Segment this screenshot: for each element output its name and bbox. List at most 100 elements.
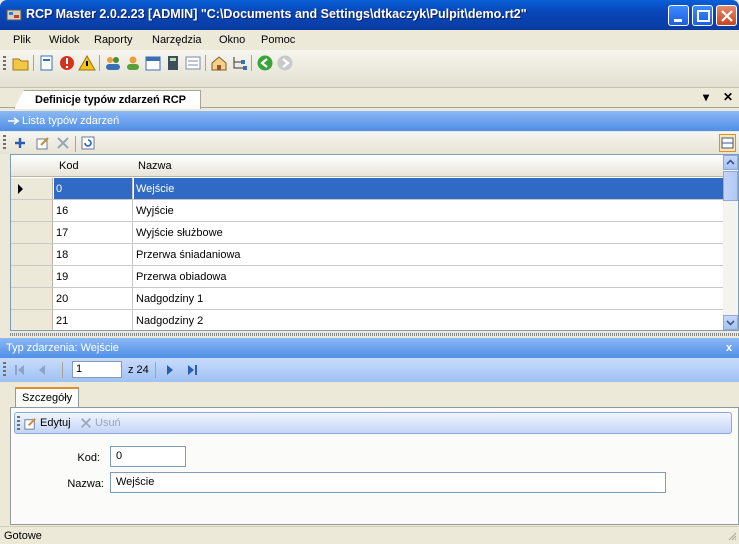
row-selector[interactable]	[11, 244, 53, 265]
close-button[interactable]	[716, 5, 737, 26]
warning-icon[interactable]	[78, 54, 96, 72]
open-folder-icon[interactable]	[12, 54, 30, 72]
error-icon[interactable]	[58, 54, 76, 72]
scroll-down-button[interactable]	[723, 315, 738, 330]
layout-toggle-button[interactable]	[719, 134, 736, 152]
menu-plik[interactable]: Plik	[13, 34, 31, 46]
layout-icon	[721, 137, 734, 149]
cell-nazwa[interactable]: Przerwa śniadaniowa	[134, 244, 724, 265]
table-row[interactable]: 21 Nadgodziny 2	[11, 310, 724, 330]
tab-close-icon[interactable]: ✕	[723, 90, 733, 104]
resize-grip-icon[interactable]	[727, 531, 737, 541]
menu-raporty[interactable]: Raporty	[94, 34, 133, 46]
table-row[interactable]: 19 Przerwa obiadowa	[11, 266, 724, 288]
nazwa-label: Nazwa:	[67, 478, 104, 490]
list-section-header: Lista typów zdarzeń	[0, 111, 739, 131]
tree-icon[interactable]	[230, 54, 248, 72]
table-row[interactable]: 17 Wyjście służbowe	[11, 222, 724, 244]
next-record-icon[interactable]	[164, 364, 176, 376]
toolbar-separator	[99, 55, 100, 71]
calendar-icon[interactable]	[144, 54, 162, 72]
menu-widok[interactable]: Widok	[49, 34, 80, 46]
menu-okno[interactable]: Okno	[219, 34, 245, 46]
home-icon[interactable]	[210, 54, 228, 72]
delete-icon	[81, 418, 91, 428]
detail-close-icon[interactable]: x	[726, 342, 732, 354]
details-tab-strip: Szczegóły	[0, 386, 739, 409]
user-icon[interactable]	[124, 54, 142, 72]
toolbar-grip[interactable]	[3, 362, 6, 378]
row-selector[interactable]	[11, 266, 53, 287]
cell-kod[interactable]: 21	[54, 310, 133, 330]
kod-field[interactable]: 0	[110, 446, 186, 467]
document-tab-strip: Definicje typów zdarzeń RCP ▾ ✕	[0, 88, 739, 109]
cell-nazwa[interactable]: Nadgodziny 1	[134, 288, 724, 309]
toolbar-separator	[75, 136, 76, 152]
cell-kod[interactable]: 20	[54, 288, 133, 309]
table-row[interactable]: 20 Nadgodziny 1	[11, 288, 724, 310]
edit-icon[interactable]	[35, 135, 51, 151]
tab-definicje[interactable]: Definicje typów zdarzeń RCP	[14, 90, 201, 109]
nazwa-field[interactable]: Wejście	[110, 472, 666, 493]
table-row[interactable]: 0 Wejście	[11, 178, 724, 200]
menu-bar: Plik Widok Raporty Narzędzia Okno Pomoc	[0, 30, 739, 50]
cell-kod[interactable]: 18	[54, 244, 133, 265]
toolbar-grip[interactable]	[17, 416, 20, 432]
maximize-button[interactable]	[692, 5, 713, 26]
cell-nazwa[interactable]: Nadgodziny 2	[134, 310, 724, 330]
vertical-scrollbar[interactable]	[723, 155, 738, 330]
row-selector[interactable]	[11, 310, 53, 330]
add-icon[interactable]	[12, 135, 28, 151]
scroll-thumb[interactable]	[723, 171, 738, 201]
table-row[interactable]: 18 Przerwa śniadaniowa	[11, 244, 724, 266]
row-selector[interactable]	[11, 178, 53, 199]
column-header-kod[interactable]: Kod	[59, 160, 79, 172]
grid-header: Kod Nazwa	[11, 155, 724, 177]
tab-szczegoly[interactable]: Szczegóły	[15, 387, 80, 409]
current-row-icon	[18, 184, 23, 194]
pin-dropdown-icon[interactable]: ▾	[703, 90, 709, 104]
cell-nazwa[interactable]: Wyjście	[134, 200, 724, 221]
list-icon[interactable]	[184, 54, 202, 72]
event-types-grid: Kod Nazwa 0 Wejście 16 Wyjście 17 Wyjści…	[10, 154, 739, 331]
menu-pomoc[interactable]: Pomoc	[261, 34, 295, 46]
forward-icon[interactable]	[276, 54, 294, 72]
record-total-label: z 24	[128, 364, 149, 376]
back-icon[interactable]	[256, 54, 274, 72]
row-selector[interactable]	[11, 222, 53, 243]
previous-record-icon[interactable]	[36, 364, 48, 376]
delete-button[interactable]: Usuń	[95, 417, 121, 429]
row-selector[interactable]	[11, 288, 53, 309]
cell-nazwa[interactable]: Wejście	[134, 178, 724, 199]
menu-narzedzia[interactable]: Narzędzia	[152, 34, 202, 46]
refresh-icon[interactable]	[80, 135, 96, 151]
last-record-icon[interactable]	[186, 364, 198, 376]
toolbar-separator	[155, 362, 156, 378]
minimize-button[interactable]	[668, 5, 689, 26]
table-row[interactable]: 16 Wyjście	[11, 200, 724, 222]
report-icon[interactable]	[38, 54, 56, 72]
delete-icon[interactable]	[55, 135, 71, 151]
cell-kod[interactable]: 0	[54, 178, 133, 199]
cell-kod[interactable]: 19	[54, 266, 133, 287]
first-record-icon[interactable]	[14, 364, 26, 376]
cell-kod[interactable]: 17	[54, 222, 133, 243]
tab-szczegoly-label: Szczegóły	[22, 392, 73, 404]
cell-nazwa[interactable]: Przerwa obiadowa	[134, 266, 724, 287]
record-position-input[interactable]: 1	[72, 361, 122, 378]
column-header-nazwa[interactable]: Nazwa	[138, 160, 172, 172]
calculator-icon[interactable]	[164, 54, 182, 72]
tab-title: Definicje typów zdarzeń RCP	[35, 94, 186, 106]
row-selector[interactable]	[11, 200, 53, 221]
splitter[interactable]	[10, 333, 739, 336]
scroll-up-button[interactable]	[723, 155, 738, 170]
grid-toolbar	[0, 132, 739, 154]
toolbar-grip[interactable]	[3, 135, 6, 151]
users-icon[interactable]	[104, 54, 122, 72]
toolbar-separator	[33, 55, 34, 71]
toolbar-grip[interactable]	[3, 56, 6, 72]
cell-nazwa[interactable]: Wyjście służbowe	[134, 222, 724, 243]
toolbar-separator	[251, 55, 252, 71]
edit-button[interactable]: Edytuj	[40, 417, 71, 429]
cell-kod[interactable]: 16	[54, 200, 133, 221]
